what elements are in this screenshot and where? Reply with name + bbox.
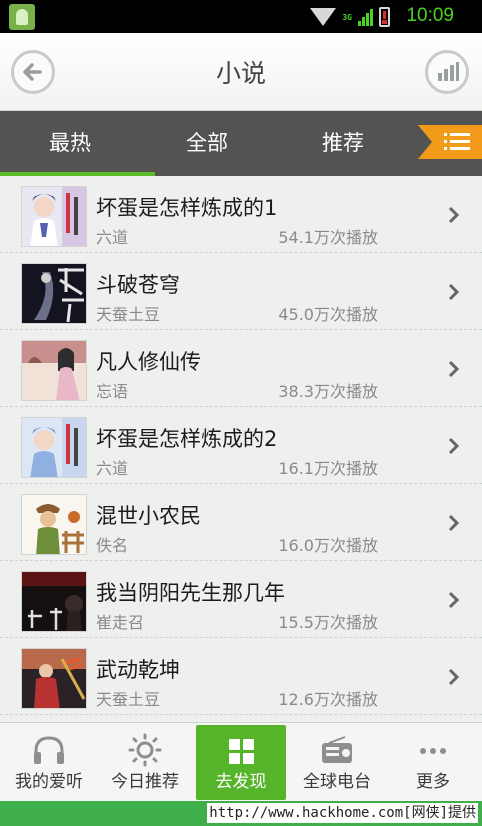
chevron-right-icon: [448, 360, 460, 378]
chevron-right-icon: [448, 514, 460, 532]
book-author: 崔走召: [96, 613, 145, 632]
nav-label: 今日推荐: [111, 772, 179, 792]
cover-huaidan-1-icon: [22, 187, 86, 246]
book-cover: [21, 340, 87, 401]
footer-bar: http://www.hackhome.com[网侠]提供: [0, 801, 482, 826]
cover-fanren-icon: [22, 341, 86, 400]
tab-hottest[interactable]: 最热: [20, 111, 120, 176]
nav-more[interactable]: 更多: [385, 723, 481, 802]
bottom-navigation: 我的爱听 今日推荐 去发现 全球电台 更多: [0, 722, 482, 801]
list-item[interactable]: 坏蛋是怎样炼成的1 六道 54.1万次播放: [0, 176, 482, 253]
nav-label: 全球电台: [303, 772, 371, 792]
book-title: 武动乾坤: [96, 658, 180, 682]
nav-global-radio[interactable]: 全球电台: [289, 723, 385, 802]
battery-icon: [379, 7, 390, 27]
list-item[interactable]: 斗破苍穹 天蚕土豆 45.0万次播放: [0, 253, 482, 330]
book-author: 佚名: [96, 536, 129, 555]
status-time: 10:09: [406, 5, 454, 26]
list-item[interactable]: 我当阴阳先生那几年 崔走召 15.5万次播放: [0, 561, 482, 638]
list-item[interactable]: 坏蛋是怎样炼成的2 六道 16.1万次播放: [0, 407, 482, 484]
chevron-right-icon: [448, 437, 460, 455]
phone-app-icon: [9, 4, 35, 30]
bar-chart-icon: [438, 62, 459, 81]
cover-hunshi-icon: [22, 495, 86, 554]
play-count: 15.5万次播放: [278, 613, 378, 632]
radio-icon: [322, 736, 352, 763]
nav-label: 更多: [416, 772, 450, 792]
novel-list: 坏蛋是怎样炼成的1 六道 54.1万次播放 斗破苍穹 天蚕土豆 45.0万次播放: [0, 176, 482, 722]
book-author: 天蚕土豆: [96, 305, 161, 324]
list-item[interactable]: 凡人修仙传 忘语 38.3万次播放: [0, 330, 482, 407]
stats-button[interactable]: [425, 50, 469, 94]
category-tabs: 最热 全部 推荐: [0, 111, 482, 176]
book-title: 凡人修仙传: [96, 350, 201, 374]
chevron-right-icon: [448, 591, 460, 609]
book-author: 忘语: [96, 382, 129, 401]
footer-credit: http://www.hackhome.com[网侠]提供: [207, 803, 478, 823]
book-title: 坏蛋是怎样炼成的2: [96, 427, 278, 451]
book-cover: [21, 494, 87, 555]
play-count: 16.1万次播放: [278, 459, 378, 478]
tab-all[interactable]: 全部: [157, 111, 257, 176]
book-title: 斗破苍穹: [96, 273, 180, 297]
sun-icon: [128, 733, 162, 767]
chevron-right-icon: [448, 283, 460, 301]
nav-my-favorites[interactable]: 我的爱听: [1, 723, 97, 802]
cover-doupo-icon: [22, 264, 86, 323]
nav-today-picks[interactable]: 今日推荐: [97, 723, 193, 802]
status-bar: 3G 10:09: [0, 0, 482, 33]
signal-icon: [358, 8, 373, 26]
more-dots-icon: [420, 748, 446, 754]
play-count: 12.6万次播放: [278, 690, 378, 709]
chevron-right-icon: [448, 668, 460, 686]
cover-wudong-icon: [22, 649, 86, 708]
book-title: 坏蛋是怎样炼成的1: [96, 196, 278, 220]
play-count: 45.0万次播放: [278, 305, 378, 324]
app-header: 小说: [0, 33, 482, 111]
headphones-icon: [34, 736, 64, 764]
play-count: 16.0万次播放: [278, 536, 378, 555]
list-menu-icon[interactable]: [418, 125, 482, 159]
book-cover: [21, 186, 87, 247]
status-icons: 3G: [310, 6, 390, 28]
book-cover: [21, 263, 87, 324]
book-title: 我当阴阳先生那几年: [96, 581, 285, 605]
list-item[interactable]: 武动乾坤 天蚕土豆 12.6万次播放: [0, 638, 482, 715]
book-author: 六道: [96, 459, 129, 478]
nav-label: 去发现: [215, 772, 267, 792]
cover-yinyang-icon: [22, 572, 86, 631]
book-cover: [21, 648, 87, 709]
book-cover: [21, 571, 87, 632]
list-item[interactable]: 混世小农民 佚名 16.0万次播放: [0, 484, 482, 561]
play-count: 38.3万次播放: [278, 382, 378, 401]
network-type-label: 3G: [342, 12, 352, 22]
chevron-right-icon: [448, 206, 460, 224]
book-author: 天蚕土豆: [96, 690, 161, 709]
nav-discover[interactable]: 去发现: [196, 725, 286, 800]
wifi-icon: [310, 8, 337, 26]
cover-huaidan-2-icon: [22, 418, 86, 477]
network-indicator: 3G: [342, 13, 352, 22]
grid-icon: [229, 739, 254, 764]
book-cover: [21, 417, 87, 478]
page-title: 小说: [215, 59, 266, 88]
book-title: 混世小农民: [96, 504, 201, 528]
tab-recommended[interactable]: 推荐: [293, 111, 393, 176]
book-author: 六道: [96, 228, 129, 247]
nav-label: 我的爱听: [15, 772, 83, 792]
play-count: 54.1万次播放: [278, 228, 378, 247]
